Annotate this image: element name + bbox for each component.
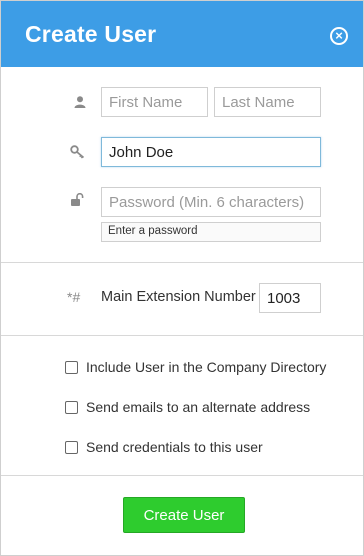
divider bbox=[1, 475, 363, 476]
username-input[interactable] bbox=[101, 137, 321, 167]
extension-icon: *# bbox=[67, 289, 81, 305]
dialog-header: Create User × bbox=[1, 1, 363, 67]
alternate-email-label: Send emails to an alternate address bbox=[86, 399, 311, 415]
close-icon: × bbox=[335, 28, 343, 43]
unlock-icon bbox=[71, 193, 84, 206]
alternate-email-checkbox[interactable] bbox=[65, 400, 78, 414]
send-credentials-checkbox[interactable] bbox=[65, 440, 78, 454]
create-user-dialog: Create User × Enter a password *# Main E… bbox=[0, 0, 364, 556]
last-name-input[interactable] bbox=[214, 87, 321, 117]
include-directory-label: Include User in the Company Directory bbox=[86, 359, 327, 375]
extension-label: Main Extension Number bbox=[101, 289, 256, 305]
user-icon bbox=[74, 96, 86, 108]
divider bbox=[1, 335, 363, 336]
include-directory-checkbox[interactable] bbox=[65, 360, 78, 374]
dialog-title: Create User bbox=[25, 21, 157, 47]
alternate-email-option[interactable]: Send emails to an alternate address bbox=[65, 399, 310, 415]
password-hint-tooltip: Enter a password bbox=[101, 222, 321, 242]
password-input[interactable] bbox=[101, 187, 321, 217]
key-icon bbox=[70, 145, 85, 159]
send-credentials-option[interactable]: Send credentials to this user bbox=[65, 439, 263, 455]
divider bbox=[1, 262, 363, 263]
send-credentials-label: Send credentials to this user bbox=[86, 439, 263, 455]
include-directory-option[interactable]: Include User in the Company Directory bbox=[65, 359, 326, 375]
close-button[interactable]: × bbox=[330, 27, 348, 45]
extension-number-input[interactable] bbox=[259, 283, 321, 313]
create-user-button[interactable]: Create User bbox=[123, 497, 245, 533]
first-name-input[interactable] bbox=[101, 87, 208, 117]
